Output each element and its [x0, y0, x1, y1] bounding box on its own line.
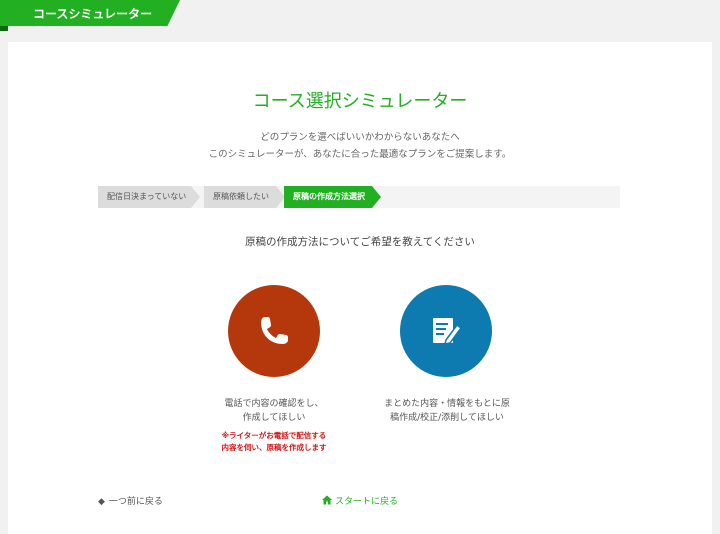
- back-link-label: 一つ前に戻る: [108, 497, 163, 507]
- step-request-draft: 原稿依頼したい: [204, 186, 285, 208]
- phone-icon: [261, 317, 288, 344]
- question-heading: 原稿の作成方法についてご希望を教えてください: [245, 236, 475, 248]
- step-schedule-undecided: 配信日決まっていない: [98, 186, 200, 208]
- intro-text-line1: どのプランを選べばいいかわからないあなたへ: [260, 132, 460, 143]
- tab-fold-shadow: [0, 26, 8, 31]
- phone-option-note: ※ライターがお電話で配信する 内容を伺い、原稿を作成します: [194, 430, 354, 454]
- phone-note-line1: ※ライターがお電話で配信する: [221, 431, 327, 440]
- back-link[interactable]: ◆ 一つ前に戻る: [98, 494, 163, 507]
- arrow-left-icon: ◆: [98, 497, 105, 507]
- phone-option-button[interactable]: [228, 285, 320, 377]
- document-option-button[interactable]: [400, 285, 492, 377]
- document-option-label[interactable]: まとめた内容・情報をもとに原 稿作成/校正/添削してほしい: [372, 397, 522, 425]
- intro-text-line2: このシミュレーターが、あなたに合った最適なプランをご提案します。: [208, 149, 512, 160]
- step-draft-method-current: 原稿の作成方法選択: [284, 186, 381, 208]
- progress-breadcrumb: 配信日決まっていない 原稿依頼したい 原稿の作成方法選択: [98, 186, 620, 208]
- page-title: コース選択シミュレーター: [252, 91, 468, 112]
- phone-note-line2: 内容を伺い、原稿を作成します: [221, 443, 327, 452]
- page-tab-label: コースシミュレーター: [33, 7, 153, 21]
- document-option-line2: 稿作成/校正/添削してほしい: [390, 413, 504, 423]
- document-option-line1: まとめた内容・情報をもとに原: [384, 399, 510, 409]
- home-icon: [322, 495, 332, 505]
- phone-option-line1: 電話で内容の確認をし、: [224, 399, 324, 409]
- simulator-card: コース選択シミュレーター どのプランを選べばいいかわからないあなたへ このシミュ…: [8, 42, 712, 534]
- page-tab-banner: コースシミュレーター: [0, 0, 180, 26]
- start-link-label: スタートに戻る: [335, 497, 399, 507]
- start-over-link[interactable]: スタートに戻る: [322, 494, 398, 507]
- phone-option-label[interactable]: 電話で内容の確認をし、 作成してほしい: [204, 397, 344, 425]
- phone-option-line2: 作成してほしい: [242, 413, 306, 423]
- edit-document-icon: [433, 318, 463, 345]
